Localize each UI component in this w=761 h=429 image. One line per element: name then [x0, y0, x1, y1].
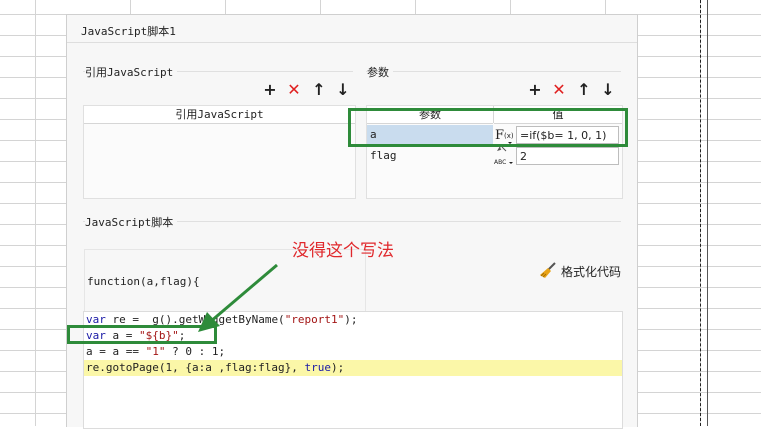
ref-column-header: 引用JavaScript — [84, 106, 355, 124]
ref-up-button[interactable]: ↑ — [311, 82, 327, 98]
param-row-flag-name[interactable]: flag — [367, 146, 493, 166]
params-highlight-box — [348, 108, 628, 147]
params-section-label: 参数 — [367, 64, 393, 80]
param-down-button[interactable]: ↓ — [600, 82, 616, 98]
ref-down-button[interactable]: ↓ — [335, 82, 351, 98]
script-section-label: JavaScript脚本 — [85, 214, 178, 230]
annotation-text: 没得这个写法 — [292, 241, 394, 261]
javascript-dialog: JavaScript脚本1 引用JavaScript + ✕ ↑ ↓ 引用Jav… — [66, 14, 638, 429]
broom-icon[interactable] — [539, 262, 557, 280]
param-delete-button[interactable]: ✕ — [551, 82, 567, 98]
code-string: "1" — [145, 345, 166, 358]
title-divider — [67, 42, 637, 43]
param-add-button[interactable]: + — [527, 82, 543, 98]
dialog-title: JavaScript脚本1 — [81, 25, 176, 38]
code-text: ? 0 : 1; — [165, 345, 226, 358]
ref-add-button[interactable]: + — [262, 82, 278, 98]
param-up-button[interactable]: ↑ — [576, 82, 592, 98]
code-line-4: re.gotoPage(1, {a:a ,flag:flag}, true); — [84, 360, 622, 376]
ref-list-panel[interactable]: 引用JavaScript — [83, 105, 356, 199]
code-text: re.gotoPage(1, {a:a ,flag:flag}, — [86, 361, 305, 374]
code-text: ); — [331, 361, 345, 374]
code-text: a = a == — [86, 345, 146, 358]
page-edge-line — [707, 0, 708, 426]
text-type-icon[interactable]: ABC — [493, 145, 515, 167]
format-code-button[interactable]: 格式化代码 — [561, 263, 621, 280]
params-section-rule — [366, 71, 621, 72]
code-keyword: true — [304, 361, 332, 374]
ref-section-label: 引用JavaScript — [85, 64, 178, 80]
ref-delete-button[interactable]: ✕ — [286, 82, 302, 98]
code-line-3: a = a == "1" ? 0 : 1; — [84, 344, 622, 360]
code-text: ); — [344, 313, 358, 326]
page-break-line — [700, 0, 701, 426]
svg-text:ABC: ABC — [494, 159, 506, 166]
param-row-flag-value[interactable]: 2 — [516, 147, 619, 165]
annotation-arrow — [198, 263, 278, 332]
code-string: "report1" — [284, 313, 345, 326]
